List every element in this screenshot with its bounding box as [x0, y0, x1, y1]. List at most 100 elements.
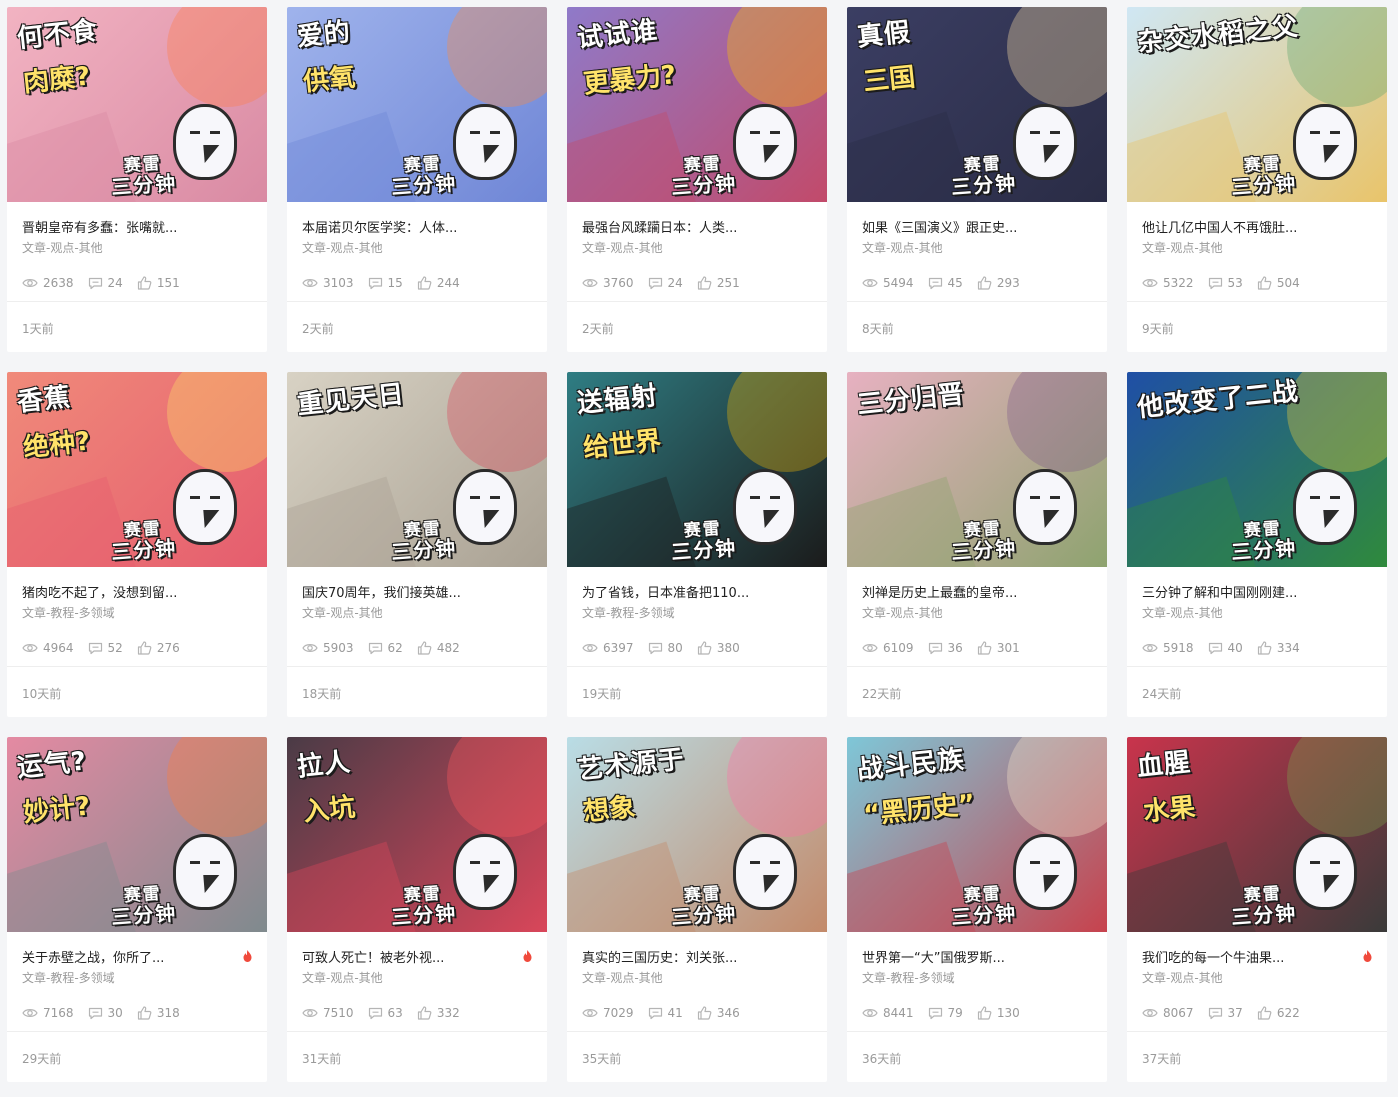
thumb-decoration	[1287, 737, 1387, 837]
comment-icon	[368, 1007, 382, 1019]
article-thumbnail[interactable]: 艺术源于 想象 赛雷 三分钟	[567, 737, 827, 932]
article-thumbnail[interactable]: 他改变了二战 赛雷 三分钟	[1127, 372, 1387, 567]
article-title-text[interactable]: 我们吃的每一个牛油果...	[1142, 947, 1284, 966]
article-title-text[interactable]: 三分钟了解和中国刚刚建...	[1142, 582, 1297, 601]
article-card[interactable]: 三分归晋 赛雷 三分钟 刘禅是历史上最蠢的皇帝... 文章-观点-其他 6109…	[847, 372, 1107, 717]
article-title[interactable]: 真实的三国历史：刘关张...	[582, 947, 812, 966]
hot-fire-icon	[1363, 950, 1372, 962]
thumb-decoration	[727, 7, 827, 107]
article-title[interactable]: 国庆70周年，我们接英雄...	[302, 582, 532, 601]
lightning-icon	[1036, 145, 1060, 163]
article-title[interactable]: 晋朝皇帝有多蠢：张嘴就...	[22, 217, 252, 236]
view-count-value: 3760	[603, 276, 634, 290]
thumbs-up-icon	[697, 1006, 712, 1020]
article-thumbnail[interactable]: 何不食 肉糜? 赛雷 三分钟	[7, 7, 267, 202]
article-title-text[interactable]: 最强台风蹂躏日本：人类...	[582, 217, 737, 236]
article-title[interactable]: 本届诺贝尔医学奖：人体...	[302, 217, 532, 236]
article-card[interactable]: 杂交水稻之父 赛雷 三分钟 他让几亿中国人不再饿肚... 文章-观点-其他 53…	[1127, 7, 1387, 352]
thumbs-up-icon	[417, 641, 432, 655]
article-title-text[interactable]: 本届诺贝尔医学奖：人体...	[302, 217, 457, 236]
article-title-text[interactable]: 关于赤壁之战，你所了...	[22, 947, 164, 966]
article-title[interactable]: 他让几亿中国人不再饿肚...	[1142, 217, 1372, 236]
article-thumbnail[interactable]: 战斗民族 “黑历史” 赛雷 三分钟	[847, 737, 1107, 932]
article-title[interactable]: 最强台风蹂躏日本：人类...	[582, 217, 812, 236]
article-category: 文章-教程-多领域	[22, 971, 115, 985]
article-title-text[interactable]: 国庆70周年，我们接英雄...	[302, 582, 461, 601]
view-count-value: 6397	[603, 641, 634, 655]
article-thumbnail[interactable]: 拉人 入坑 赛雷 三分钟	[287, 737, 547, 932]
article-thumbnail[interactable]: 重见天日 赛雷 三分钟	[287, 372, 547, 567]
view-count-value: 6109	[883, 641, 914, 655]
like-count: 301	[977, 641, 1020, 655]
article-card[interactable]: 爱的 供氧 赛雷 三分钟 本届诺贝尔医学奖：人体... 文章-观点-其他 310…	[287, 7, 547, 352]
article-thumbnail[interactable]: 香蕉 绝种? 赛雷 三分钟	[7, 372, 267, 567]
article-card[interactable]: 拉人 入坑 赛雷 三分钟 可致人死亡！被老外视... 文章-观点-其他 7510…	[287, 737, 547, 1082]
article-card[interactable]: 战斗民族 “黑历史” 赛雷 三分钟 世界第一“大”国俄罗斯... 文章-教程-多…	[847, 737, 1107, 1082]
article-title[interactable]: 可致人死亡！被老外视...	[302, 947, 532, 965]
article-card[interactable]: 他改变了二战 赛雷 三分钟 三分钟了解和中国刚刚建... 文章-观点-其他 59…	[1127, 372, 1387, 717]
article-thumbnail[interactable]: 血腥 水果 赛雷 三分钟	[1127, 737, 1387, 932]
article-title-text[interactable]: 如果《三国演义》跟正史...	[862, 217, 1017, 236]
article-title-text[interactable]: 世界第一“大”国俄罗斯...	[862, 947, 1005, 966]
brand-logo-line2: 三分钟	[1230, 170, 1298, 200]
brand-logo-line2: 三分钟	[110, 170, 178, 200]
article-card[interactable]: 香蕉 绝种? 赛雷 三分钟 猪肉吃不起了，没想到留... 文章-教程-多领域 4…	[7, 372, 267, 717]
article-title[interactable]: 三分钟了解和中国刚刚建...	[1142, 582, 1372, 601]
article-title-text[interactable]: 真实的三国历史：刘关张...	[582, 947, 737, 966]
card-divider	[7, 1031, 267, 1032]
article-card[interactable]: 运气? 妙计? 赛雷 三分钟 关于赤壁之战，你所了... 文章-教程-多领域 7…	[7, 737, 267, 1082]
eye-icon	[1142, 1009, 1158, 1017]
article-title-text[interactable]: 他让几亿中国人不再饿肚...	[1142, 217, 1297, 236]
article-title[interactable]: 世界第一“大”国俄罗斯...	[862, 947, 1092, 966]
article-thumbnail[interactable]: 杂交水稻之父 赛雷 三分钟	[1127, 7, 1387, 202]
article-card[interactable]: 艺术源于 想象 赛雷 三分钟 真实的三国历史：刘关张... 文章-观点-其他 7…	[567, 737, 827, 1082]
article-thumbnail[interactable]: 运气? 妙计? 赛雷 三分钟	[7, 737, 267, 932]
article-title-text[interactable]: 可致人死亡！被老外视...	[302, 947, 444, 966]
article-title[interactable]: 猪肉吃不起了，没想到留...	[22, 582, 252, 601]
thumb-headline: 拉人	[295, 747, 353, 783]
article-title-text[interactable]: 猪肉吃不起了，没想到留...	[22, 582, 177, 601]
article-thumbnail[interactable]: 三分归晋 赛雷 三分钟	[847, 372, 1107, 567]
article-title[interactable]: 关于赤壁之战，你所了...	[22, 947, 252, 965]
article-title-text[interactable]: 为了省钱，日本准备把110...	[582, 582, 749, 601]
thumb-decoration	[1287, 372, 1387, 472]
article-thumbnail[interactable]: 爱的 供氧 赛雷 三分钟	[287, 7, 547, 202]
article-title-text[interactable]: 晋朝皇帝有多蠢：张嘴就...	[22, 217, 177, 236]
article-thumbnail[interactable]: 试试谁 更暴力? 赛雷 三分钟	[567, 7, 827, 202]
article-card[interactable]: 血腥 水果 赛雷 三分钟 我们吃的每一个牛油果... 文章-观点-其他 8067…	[1127, 737, 1387, 1082]
article-info: 我们吃的每一个牛油果... 文章-观点-其他 8067 37 622	[1127, 947, 1387, 1023]
card-divider	[287, 1031, 547, 1032]
mascot-icon	[733, 469, 797, 545]
article-card[interactable]: 试试谁 更暴力? 赛雷 三分钟 最强台风蹂躏日本：人类... 文章-观点-其他 …	[567, 7, 827, 352]
thumb-headline-2: 更暴力?	[581, 60, 678, 100]
thumbs-up-icon	[697, 641, 712, 655]
comment-count-value: 79	[947, 1006, 963, 1020]
article-title[interactable]: 如果《三国演义》跟正史...	[862, 217, 1092, 236]
lightning-icon	[196, 875, 220, 893]
article-card[interactable]: 重见天日 赛雷 三分钟 国庆70周年，我们接英雄... 文章-观点-其他 590…	[287, 372, 547, 717]
view-count-value: 2638	[43, 276, 74, 290]
thumb-decoration	[1287, 7, 1387, 107]
thumb-headline: 爱的	[295, 17, 353, 53]
article-thumbnail[interactable]: 真假 三国 赛雷 三分钟	[847, 7, 1107, 202]
article-card[interactable]: 何不食 肉糜? 赛雷 三分钟 晋朝皇帝有多蠢：张嘴就... 文章-观点-其他 2…	[7, 7, 267, 352]
article-thumbnail[interactable]: 送辐射 给世界 赛雷 三分钟	[567, 372, 827, 567]
brand-logo-line2: 三分钟	[670, 535, 738, 565]
article-card[interactable]: 送辐射 给世界 赛雷 三分钟 为了省钱，日本准备把110... 文章-教程-多领…	[567, 372, 827, 717]
article-title[interactable]: 刘禅是历史上最蠢的皇帝...	[862, 582, 1092, 601]
like-count: 482	[417, 641, 460, 655]
thumb-headline-2: 入坑	[301, 792, 357, 828]
article-category: 文章-观点-其他	[862, 606, 943, 620]
article-stats: 6397 80 380	[582, 638, 812, 658]
article-title-text[interactable]: 刘禅是历史上最蠢的皇帝...	[862, 582, 1017, 601]
thumb-decoration	[447, 372, 547, 472]
thumb-headline-2: 妙计?	[21, 791, 92, 829]
article-title[interactable]: 为了省钱，日本准备把110...	[582, 582, 812, 601]
article-title[interactable]: 我们吃的每一个牛油果...	[1142, 947, 1372, 965]
card-divider	[287, 666, 547, 667]
comment-count: 41	[648, 1006, 683, 1020]
mascot-icon	[453, 104, 517, 180]
publish-time: 36天前	[862, 1052, 902, 1066]
mascot-icon	[453, 834, 517, 910]
article-card[interactable]: 真假 三国 赛雷 三分钟 如果《三国演义》跟正史... 文章-观点-其他 549…	[847, 7, 1107, 352]
